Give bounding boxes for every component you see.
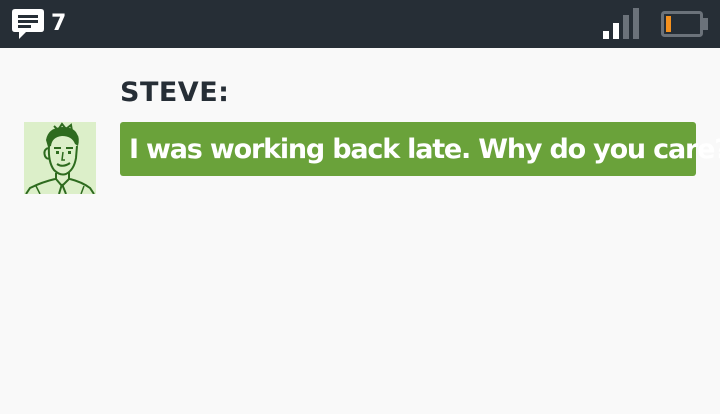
message-bubble[interactable]: I was working back late. Why do you care… bbox=[120, 122, 720, 176]
status-bar: 7 bbox=[0, 0, 720, 48]
message-count: 7 bbox=[51, 11, 67, 36]
signal-strength-icon bbox=[603, 8, 641, 40]
battery-icon bbox=[661, 11, 709, 37]
character-portrait-icon bbox=[24, 122, 96, 194]
speaker-name: STEVE: bbox=[120, 77, 230, 108]
message-text: I was working back late. Why do you care… bbox=[129, 133, 720, 165]
chat-bubble-icon[interactable] bbox=[12, 9, 44, 39]
